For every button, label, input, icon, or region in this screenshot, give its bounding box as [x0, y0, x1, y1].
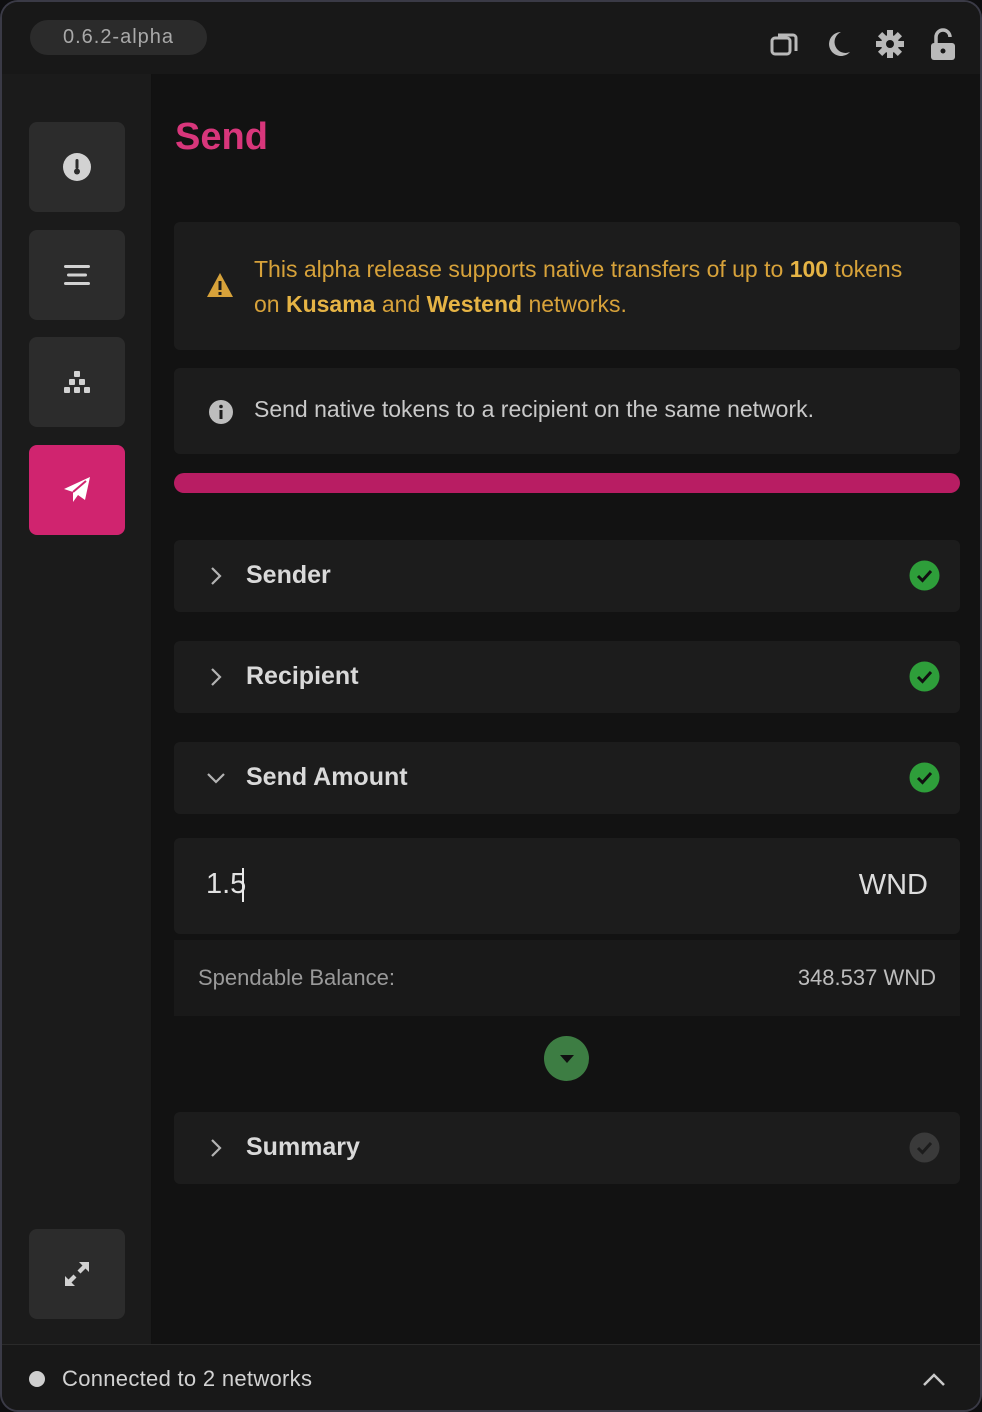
page-title: Send: [175, 116, 268, 158]
chevron-right-icon: [211, 668, 222, 686]
connection-indicator: [29, 1371, 45, 1387]
section-label: Sender: [246, 561, 331, 589]
app-window: 0.6.2-alpha Send This alpha release supp…: [0, 0, 982, 1412]
paper-plane-icon: [64, 477, 90, 502]
sidebar-item-overview[interactable]: [29, 122, 125, 212]
warning-icon: [207, 273, 233, 297]
section-send-amount[interactable]: Send Amount: [174, 742, 960, 814]
amount-unit: WND: [858, 869, 928, 901]
lines-icon: [64, 265, 90, 285]
spendable-balance: Spendable Balance: 348.537 WND: [174, 940, 960, 1016]
check-circle-icon: [909, 560, 940, 591]
chevron-right-icon: [211, 1139, 222, 1157]
status-bar: Connected to 2 networks: [2, 1344, 980, 1410]
expand-icon: [65, 1262, 89, 1286]
chevron-down-icon: [207, 773, 225, 784]
expand-button[interactable]: [29, 1229, 125, 1319]
amount-value[interactable]: 1.5: [206, 868, 246, 901]
sidebar: [2, 74, 152, 1344]
info-notice: Send native tokens to a recipient on the…: [174, 368, 960, 454]
caret-down-icon: [559, 1054, 574, 1063]
section-sender[interactable]: Sender: [174, 540, 960, 612]
version-badge: 0.6.2-alpha: [30, 20, 207, 55]
check-circle-icon: [909, 762, 940, 793]
amount-input[interactable]: 1.5 WND: [174, 838, 960, 934]
sidebar-item-nominate[interactable]: [29, 337, 125, 427]
check-circle-icon: [909, 661, 940, 692]
warning-notice: This alpha release supports native trans…: [174, 222, 960, 350]
top-bar: 0.6.2-alpha: [2, 2, 980, 74]
stack-icon: [64, 371, 90, 393]
windows-icon[interactable]: [769, 26, 799, 62]
chevron-up-icon[interactable]: [920, 1367, 948, 1391]
progress-bar: [174, 473, 960, 493]
connection-status: Connected to 2 networks: [62, 1366, 313, 1391]
sidebar-item-send[interactable]: [29, 445, 125, 535]
section-label: Summary: [246, 1133, 360, 1161]
balance-label: Spendable Balance:: [198, 965, 395, 990]
thermometer-icon: [63, 153, 91, 181]
info-icon: [209, 400, 233, 424]
section-label: Recipient: [246, 662, 359, 690]
chevron-right-icon: [211, 567, 222, 585]
continue-button[interactable]: [544, 1036, 589, 1081]
section-label: Send Amount: [246, 763, 408, 791]
balance-value: 348.537 WND: [797, 965, 936, 990]
check-circle-icon: [909, 1132, 940, 1163]
section-summary[interactable]: Summary: [174, 1112, 960, 1184]
warning-text: This alpha release supports native trans…: [254, 256, 903, 317]
main-content: Send This alpha release supports native …: [152, 74, 980, 1344]
moon-icon[interactable]: [823, 26, 853, 62]
gear-icon[interactable]: [875, 26, 905, 62]
sidebar-item-menu[interactable]: [29, 230, 125, 320]
unlock-icon[interactable]: [928, 26, 958, 62]
info-text: Send native tokens to a recipient on the…: [254, 396, 814, 422]
text-caret: [242, 868, 244, 902]
section-recipient[interactable]: Recipient: [174, 641, 960, 713]
